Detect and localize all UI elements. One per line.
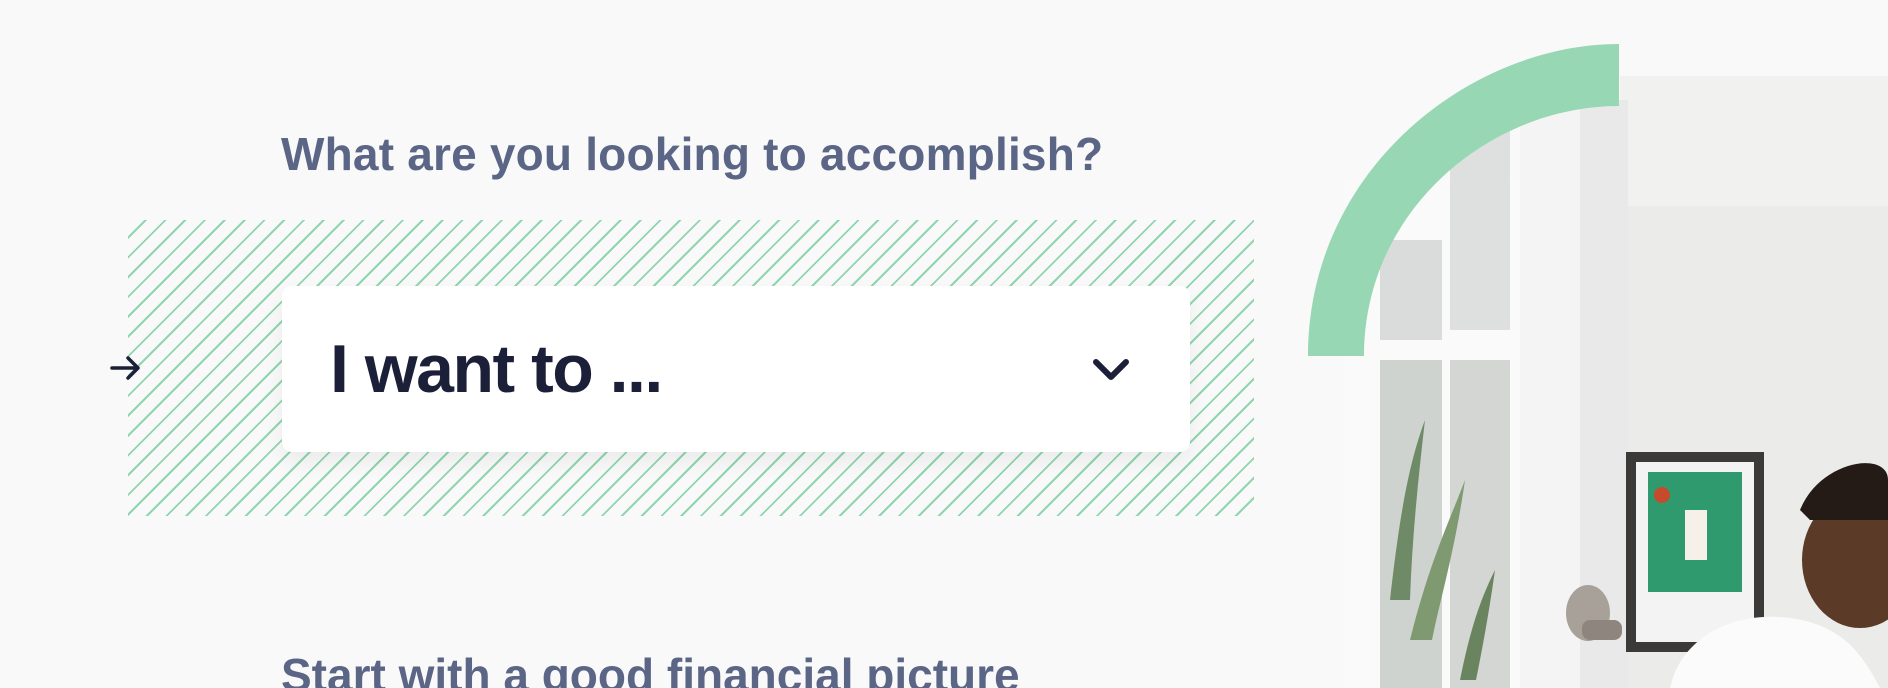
- question-heading: What are you looking to accomplish?: [281, 128, 1104, 180]
- goal-select[interactable]: I want to ...: [282, 286, 1190, 452]
- financial-picture-heading: Start with a good financial picture: [281, 649, 1020, 688]
- window-pane: [1380, 240, 1442, 340]
- arrow-right-icon: [110, 356, 140, 380]
- goal-select-value: I want to ...: [330, 331, 663, 407]
- hero-photo: [1308, 44, 1888, 688]
- ceiling: [1620, 76, 1888, 206]
- chevron-down-icon[interactable]: [1088, 346, 1134, 392]
